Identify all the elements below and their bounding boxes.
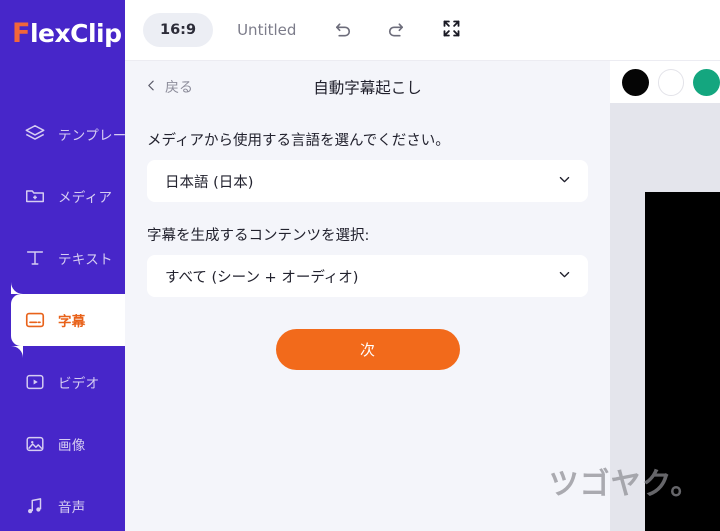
back-button-label: 戻る (165, 80, 193, 96)
image-icon (22, 431, 48, 457)
logo-f-mark: F (12, 18, 30, 49)
language-select-value: 日本語 (日本) (165, 174, 254, 191)
swatch-black[interactable] (622, 68, 649, 96)
language-field-label: メディアから使用する言語を選んでください。 (147, 133, 450, 149)
undo-button[interactable] (330, 17, 356, 43)
layers-icon (22, 121, 48, 147)
sidebar-item-label: 音声 (58, 500, 86, 516)
logo-wordmark: lexClip (29, 19, 122, 48)
chevron-down-icon (557, 172, 572, 191)
chevron-down-icon (557, 267, 572, 286)
content-field-label: 字幕を生成するコンテンツを選択: (147, 228, 370, 244)
sidebar-nav: テンプレート メディア テキスト 字幕 ビデオ 画像 音声 (0, 108, 140, 531)
content-select-value: すべて (シーン + オーディオ) (165, 269, 359, 286)
redo-button[interactable] (382, 17, 408, 43)
page-title: 自動字幕起こし (313, 79, 422, 97)
sidebar-item-label: 画像 (58, 438, 86, 454)
fullscreen-icon (441, 18, 462, 43)
flexclip-editor-window: FlexClip テンプレート メディア テキスト 字幕 ビデオ 画像 音声 1… (0, 0, 720, 531)
sidebar-item-audio[interactable]: 音声 (0, 480, 125, 531)
sidebar-item-video[interactable]: ビデオ (0, 356, 125, 408)
next-button[interactable]: 次 (275, 329, 460, 370)
left-sidebar: FlexClip テンプレート メディア テキスト 字幕 ビデオ 画像 音声 (0, 0, 140, 531)
document-title[interactable]: Untitled (237, 21, 296, 39)
subtitle-icon (22, 307, 48, 333)
top-toolbar: 16:9 Untitled (125, 0, 720, 61)
sidebar-item-media[interactable]: メディア (0, 170, 125, 222)
redo-icon (384, 17, 407, 44)
sidebar-item-templates[interactable]: テンプレート (0, 108, 140, 160)
video-canvas[interactable] (645, 192, 720, 531)
sidebar-item-subtitles[interactable]: 字幕 (11, 294, 125, 346)
undo-icon (332, 17, 355, 44)
sidebar-item-label: テキスト (58, 252, 113, 268)
sidebar-item-label: メディア (58, 190, 113, 206)
fullscreen-button[interactable] (438, 17, 464, 43)
sidebar-item-text[interactable]: テキスト (0, 232, 125, 284)
sidebar-item-label: ビデオ (58, 376, 100, 392)
text-t-icon (22, 245, 48, 271)
auto-subtitle-panel: 戻る 自動字幕起こし メディアから使用する言語を選んでください。 日本語 (日本… (125, 61, 610, 531)
sidebar-item-label: 字幕 (58, 314, 86, 330)
content-select[interactable]: すべて (シーン + オーディオ) (147, 255, 588, 297)
play-box-icon (22, 369, 48, 395)
canvas-stage: ツゴヤク。 (549, 61, 720, 531)
aspect-ratio-button[interactable]: 16:9 (143, 13, 214, 47)
folder-plus-icon (22, 183, 48, 209)
chevron-left-icon (145, 79, 158, 96)
sidebar-item-image[interactable]: 画像 (0, 418, 125, 470)
swatch-white[interactable] (657, 68, 685, 96)
swatch-teal[interactable] (693, 68, 720, 96)
back-button[interactable]: 戻る (145, 77, 193, 97)
language-select[interactable]: 日本語 (日本) (147, 160, 588, 202)
flexclip-logo[interactable]: FlexClip (12, 18, 122, 49)
color-swatch-bar (610, 61, 720, 103)
panel-header: 戻る 自動字幕起こし (125, 61, 610, 113)
music-note-icon (22, 493, 48, 519)
